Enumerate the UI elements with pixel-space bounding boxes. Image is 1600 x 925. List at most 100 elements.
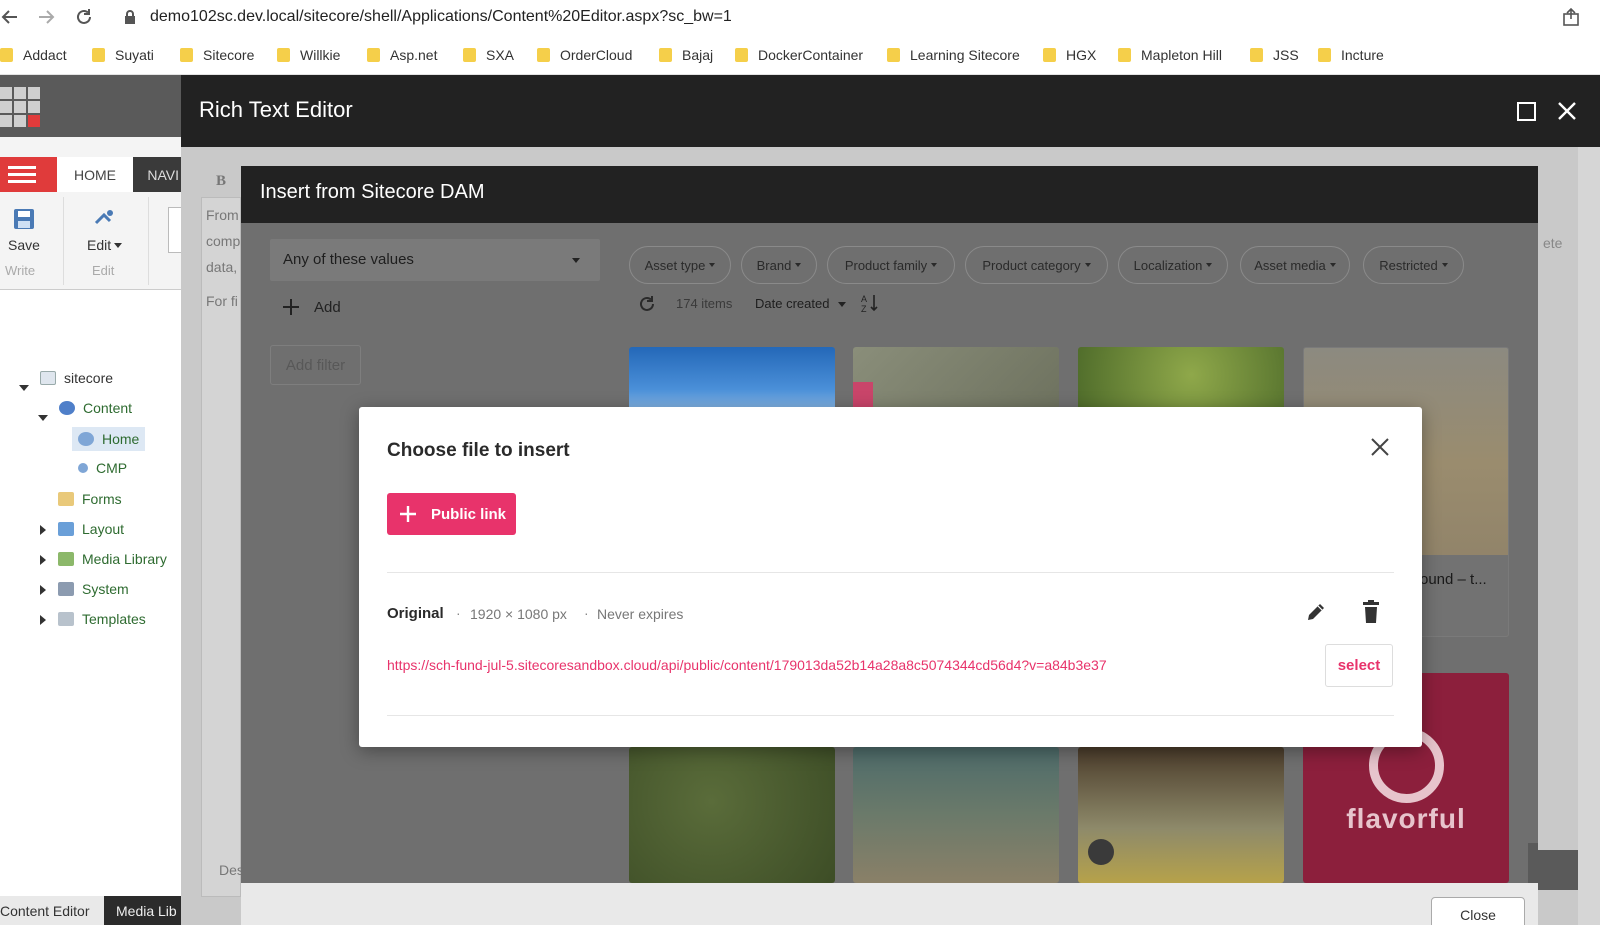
filter-product-family[interactable]: Product family (827, 246, 955, 284)
bookmark-item[interactable]: Suyati (92, 34, 154, 75)
filter-product-category[interactable]: Product category (965, 246, 1108, 284)
refresh-icon[interactable] (638, 295, 656, 313)
asset-thumbnail[interactable] (629, 747, 835, 883)
edit-pencil-icon[interactable] (1305, 601, 1327, 623)
asset-thumbnail[interactable] (853, 747, 1059, 883)
separator-dot: · (456, 605, 461, 621)
chevron-down-icon (795, 263, 802, 267)
public-link-button[interactable]: Public link (387, 493, 516, 535)
collapse-icon[interactable] (19, 385, 29, 391)
close-icon[interactable] (1557, 101, 1577, 121)
share-icon[interactable] (1088, 839, 1114, 865)
folder-icon (367, 47, 380, 62)
bookmark-item[interactable]: Willkie (277, 34, 340, 75)
asset-thumbnail[interactable] (1078, 747, 1284, 883)
editor-text: From (206, 207, 239, 223)
close-button[interactable]: Close (1431, 897, 1525, 925)
browser-address-bar: demo102sc.dev.local/sitecore/shell/Appli… (0, 0, 1600, 34)
filter-asset-type[interactable]: Asset type (629, 246, 731, 284)
tree-node-system[interactable]: System (58, 581, 129, 597)
rte-scrollbar[interactable] (1578, 147, 1600, 925)
back-icon[interactable] (0, 8, 20, 26)
content-icon (59, 401, 75, 415)
reload-icon[interactable] (74, 7, 94, 27)
tree-node-content[interactable]: Content (59, 400, 132, 416)
editor-text: comp (206, 233, 241, 249)
items-count: 174 items (676, 296, 733, 311)
page-icon (40, 371, 56, 385)
plus-icon (400, 506, 416, 522)
tab-media-library[interactable]: Media Lib (108, 896, 181, 925)
values-select[interactable]: Any of these values (270, 239, 600, 281)
filter-localization[interactable]: Localization (1118, 246, 1228, 284)
tree-node-home[interactable]: Home (72, 427, 146, 451)
add-filter-button[interactable]: Add filter (270, 345, 361, 385)
edit-button-label[interactable]: Edit (87, 237, 111, 253)
dam-titlebar: Insert from Sitecore DAM (241, 166, 1538, 223)
tab-navigate[interactable]: NAVI (133, 157, 181, 192)
expand-icon[interactable] (40, 555, 46, 565)
collapse-icon[interactable] (38, 415, 48, 421)
app-grid-icon[interactable] (0, 87, 40, 127)
layout-icon (58, 522, 74, 536)
svg-text:A: A (861, 294, 867, 304)
sort-direction-icon[interactable]: AZ (861, 293, 879, 313)
save-icon[interactable] (12, 207, 36, 231)
bookmark-item[interactable]: Addact (0, 34, 67, 75)
tree-node-cmp[interactable]: CMP (78, 460, 127, 476)
close-icon[interactable] (1371, 438, 1389, 456)
bold-button[interactable]: B (216, 173, 226, 190)
folder-icon (92, 47, 105, 62)
bookmark-item[interactable]: OrderCloud (537, 34, 632, 75)
filter-asset-media[interactable]: Asset media (1240, 246, 1350, 284)
share-icon[interactable] (1562, 7, 1582, 27)
content-tree: sitecore Content Home CMP Forms Layout M… (0, 290, 181, 900)
expand-icon[interactable] (40, 615, 46, 625)
dam-footer: Close (241, 883, 1538, 925)
bookmark-item[interactable]: Learning Sitecore (887, 34, 1020, 75)
tree-node-templates[interactable]: Templates (58, 611, 146, 627)
expand-icon[interactable] (40, 585, 46, 595)
filter-brand[interactable]: Brand (741, 246, 817, 284)
editor-text: ete (1543, 235, 1563, 251)
ribbon: HOME NAVI Save Edit Write Edit (0, 137, 181, 290)
sort-dropdown[interactable]: Date created (755, 296, 829, 311)
expand-icon[interactable] (40, 525, 46, 535)
edit-group-label: Edit (92, 263, 115, 278)
media-icon (58, 552, 74, 566)
edit-icon[interactable] (92, 207, 118, 231)
add-button[interactable]: Add (282, 298, 341, 316)
launchpad-bar (0, 75, 181, 137)
tab-content-editor[interactable]: Content Editor (0, 896, 104, 925)
bookmark-item[interactable]: JSS (1250, 34, 1299, 75)
hamburger-menu-button[interactable] (0, 157, 57, 192)
bookmark-item[interactable]: HGX (1043, 34, 1096, 75)
ribbon-item-partial[interactable] (168, 207, 181, 253)
folder-icon (0, 47, 13, 62)
delete-trash-icon[interactable] (1362, 600, 1380, 624)
bookmark-item[interactable]: DockerContainer (735, 34, 863, 75)
tree-node-forms[interactable]: Forms (58, 491, 122, 507)
folder-icon (1250, 47, 1263, 62)
public-link-url[interactable]: https://sch-fund-jul-5.sitecoresandbox.c… (387, 657, 1107, 673)
save-button-label[interactable]: Save (8, 237, 40, 253)
tree-node-media-library[interactable]: Media Library (58, 551, 167, 567)
editor-text: data, (206, 259, 238, 275)
bookmark-item[interactable]: Asp.net (367, 34, 437, 75)
forward-icon[interactable] (36, 8, 56, 26)
tree-node-sitecore[interactable]: sitecore (40, 370, 113, 386)
maximize-icon[interactable] (1517, 102, 1536, 121)
bookmark-item[interactable]: Sitecore (180, 34, 254, 75)
bookmark-item[interactable]: Bajaj (659, 34, 713, 75)
url-text[interactable]: demo102sc.dev.local/sitecore/shell/Appli… (150, 8, 732, 26)
select-button[interactable]: select (1325, 644, 1393, 687)
bookmark-item[interactable]: SXA (463, 34, 514, 75)
tab-home[interactable]: HOME (57, 157, 133, 192)
lock-icon (125, 10, 135, 24)
folder-icon (735, 47, 748, 62)
bookmark-item[interactable]: Mapleton Hill (1118, 34, 1222, 75)
filter-restricted[interactable]: Restricted (1363, 246, 1464, 284)
bookmark-item[interactable]: Incture (1318, 34, 1384, 75)
tree-node-layout[interactable]: Layout (58, 521, 124, 537)
modal-title: Choose file to insert (387, 440, 570, 461)
